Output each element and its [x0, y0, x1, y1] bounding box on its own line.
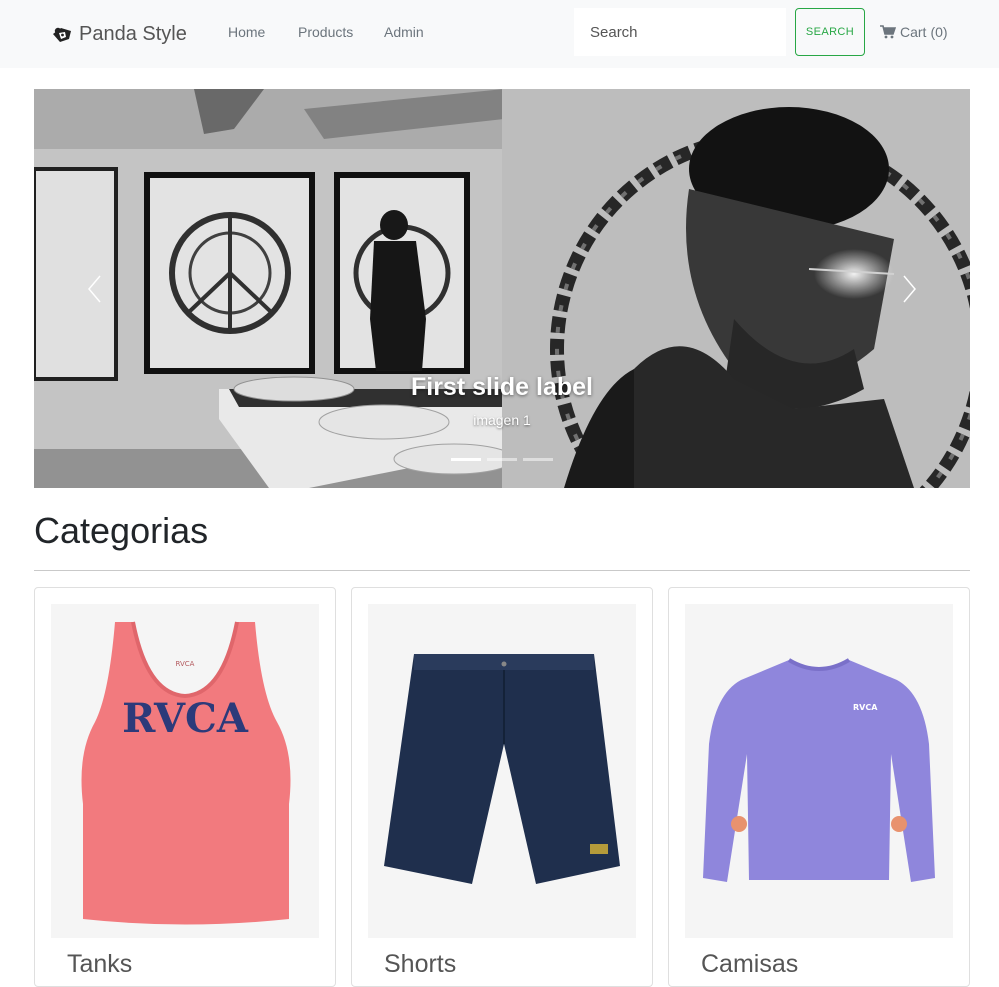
svg-text:RVCA: RVCA — [122, 695, 249, 742]
cart-link[interactable]: Cart (0) — [880, 24, 948, 40]
carousel-next-button[interactable] — [890, 269, 930, 309]
category-image-shorts — [368, 604, 636, 938]
cart-count: (0) — [930, 24, 948, 40]
brand-name: Panda Style — [79, 22, 187, 45]
carousel-slide-image — [34, 89, 970, 488]
carousel-indicator-3[interactable] — [523, 458, 553, 461]
shopping-cart-icon — [880, 25, 896, 39]
panda-logo-icon — [53, 27, 71, 42]
carousel-caption-title: First slide label — [410, 373, 593, 401]
chevron-right-icon — [903, 275, 916, 303]
search-button[interactable]: SEARCH — [795, 8, 865, 56]
categories-heading: Categorias — [34, 510, 209, 551]
chevron-left-icon — [88, 275, 101, 303]
navbar: Panda Style Home Products Admin SEARCH C… — [0, 0, 999, 68]
svg-text:RVCA: RVCA — [853, 703, 878, 712]
carousel-caption-text: imagen 1 — [473, 412, 531, 428]
section-divider — [34, 570, 970, 571]
category-card-camisas[interactable]: RVCA Camisas — [668, 587, 970, 987]
carousel-indicators — [451, 458, 559, 461]
nav-products-link[interactable]: Products — [298, 24, 353, 40]
search-input[interactable] — [574, 8, 786, 56]
carousel-caption: First slide label imagen 1 — [34, 373, 970, 428]
nav-home-link[interactable]: Home — [228, 24, 265, 40]
carousel-indicator-1[interactable] — [451, 458, 481, 461]
category-image-camisas: RVCA — [685, 604, 953, 938]
nav-admin-link[interactable]: Admin — [384, 24, 424, 40]
category-card-tanks[interactable]: RVCA RVCA Tanks — [34, 587, 336, 987]
category-image-tanks: RVCA RVCA — [51, 604, 319, 938]
category-title-tanks: Tanks — [67, 950, 133, 978]
carousel-indicator-2[interactable] — [487, 458, 517, 461]
cart-label: Cart — [900, 24, 927, 40]
category-title-camisas: Camisas — [701, 950, 799, 978]
category-card-shorts[interactable]: Shorts — [351, 587, 653, 987]
brand-link[interactable]: Panda Style — [50, 20, 187, 48]
category-title-shorts: Shorts — [384, 950, 457, 978]
hero-carousel: First slide label imagen 1 — [34, 89, 970, 488]
svg-text:RVCA: RVCA — [176, 660, 195, 668]
carousel-prev-button[interactable] — [74, 269, 114, 309]
